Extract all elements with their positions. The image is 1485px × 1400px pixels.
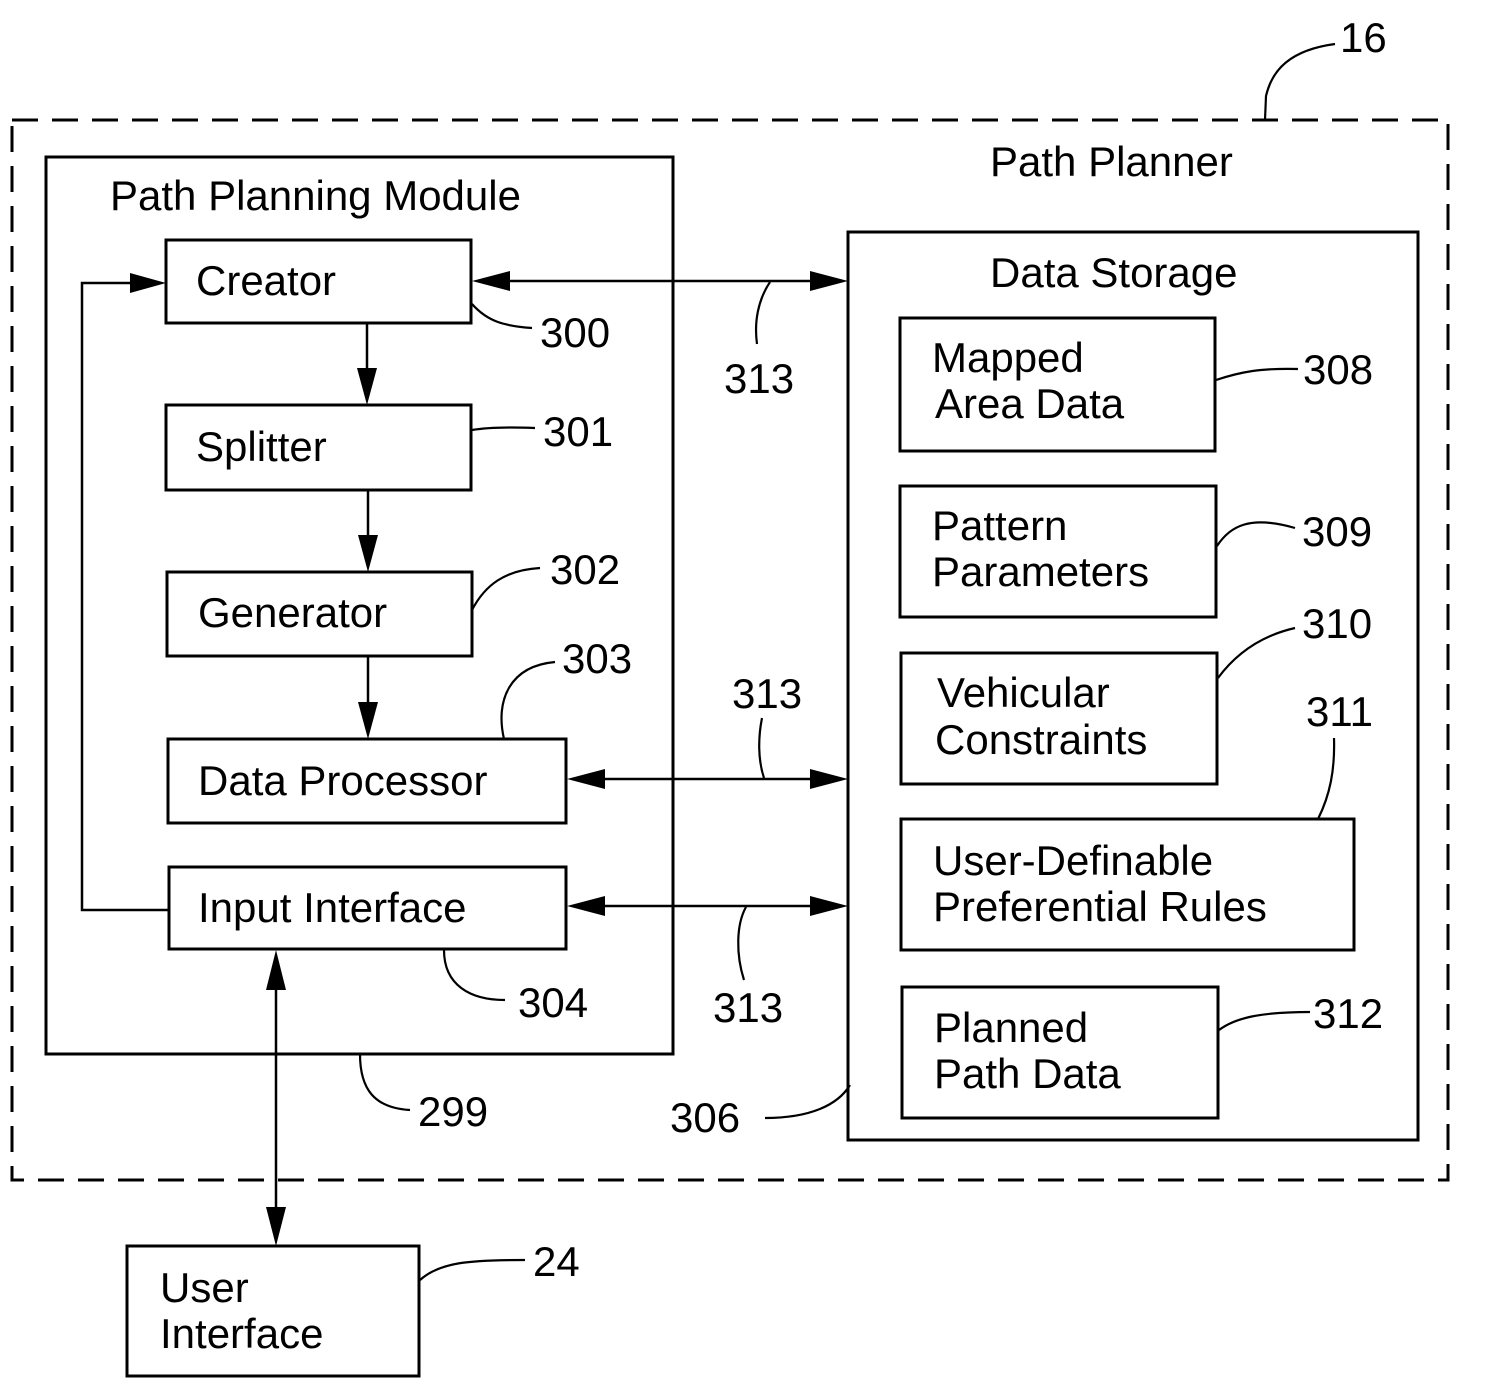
mapped-area-data-line2: Area Data — [935, 380, 1125, 427]
splitter-label: Splitter — [196, 423, 327, 470]
ref-301: 301 — [543, 408, 613, 455]
ref-24: 24 — [533, 1238, 580, 1285]
ref-310: 310 — [1302, 600, 1372, 647]
ref-309: 309 — [1302, 508, 1372, 555]
mapped-area-data-line1: Mapped — [932, 334, 1084, 381]
user-interface-line2: Interface — [160, 1310, 323, 1357]
ref-304: 304 — [518, 979, 588, 1026]
vehicular-constraints-line1: Vehicular — [937, 669, 1110, 716]
ref-313-bottom: 313 — [713, 984, 783, 1031]
pattern-parameters-line1: Pattern — [932, 502, 1067, 549]
ref-313-middle: 313 — [732, 670, 802, 717]
arrowhead-right-icon — [810, 271, 848, 291]
ref-308: 308 — [1303, 346, 1373, 393]
preferential-rules-line2: Preferential Rules — [933, 883, 1267, 930]
arrowhead-down-icon — [266, 1207, 286, 1246]
ref-313-leader — [754, 281, 771, 345]
ref-313-leader — [758, 717, 766, 779]
data-storage-title: Data Storage — [990, 249, 1238, 296]
ref-306: 306 — [670, 1094, 740, 1141]
ref-313-top: 313 — [724, 355, 794, 402]
ref-16-leader — [1263, 42, 1336, 121]
ref-312: 312 — [1313, 990, 1383, 1037]
ref-306-leader — [764, 1084, 851, 1120]
data-processor-label: Data Processor — [198, 757, 487, 804]
ref-299: 299 — [418, 1088, 488, 1135]
ref-302: 302 — [550, 546, 620, 593]
path-planning-module-title: Path Planning Module — [110, 172, 521, 219]
ref-303: 303 — [562, 635, 632, 682]
ref-313-leader — [737, 906, 747, 981]
vehicular-constraints-line2: Constraints — [935, 716, 1147, 763]
user-interface-block: User Interface 24 — [125, 1238, 580, 1378]
creator-label: Creator — [196, 257, 336, 304]
arrowhead-right-icon — [810, 896, 848, 916]
input-interface-label: Input Interface — [198, 884, 467, 931]
generator-label: Generator — [198, 589, 387, 636]
ref-299-leader — [358, 1053, 411, 1112]
planned-path-data-line1: Planned — [934, 1004, 1088, 1051]
preferential-rules-line1: User-Definable — [933, 837, 1213, 884]
planned-path-data-line2: Path Data — [934, 1050, 1121, 1097]
path-planner-title: Path Planner — [990, 138, 1233, 185]
path-planner-diagram: Path Planner 16 Path Planning Module 299… — [10, 14, 1450, 1378]
ref-300: 300 — [540, 309, 610, 356]
ref-24-leader — [419, 1258, 526, 1281]
user-interface-line1: User — [160, 1264, 249, 1311]
ref-16: 16 — [1340, 14, 1387, 61]
ref-311: 311 — [1306, 688, 1373, 735]
pattern-parameters-line2: Parameters — [932, 548, 1149, 595]
arrowhead-right-icon — [810, 769, 848, 789]
